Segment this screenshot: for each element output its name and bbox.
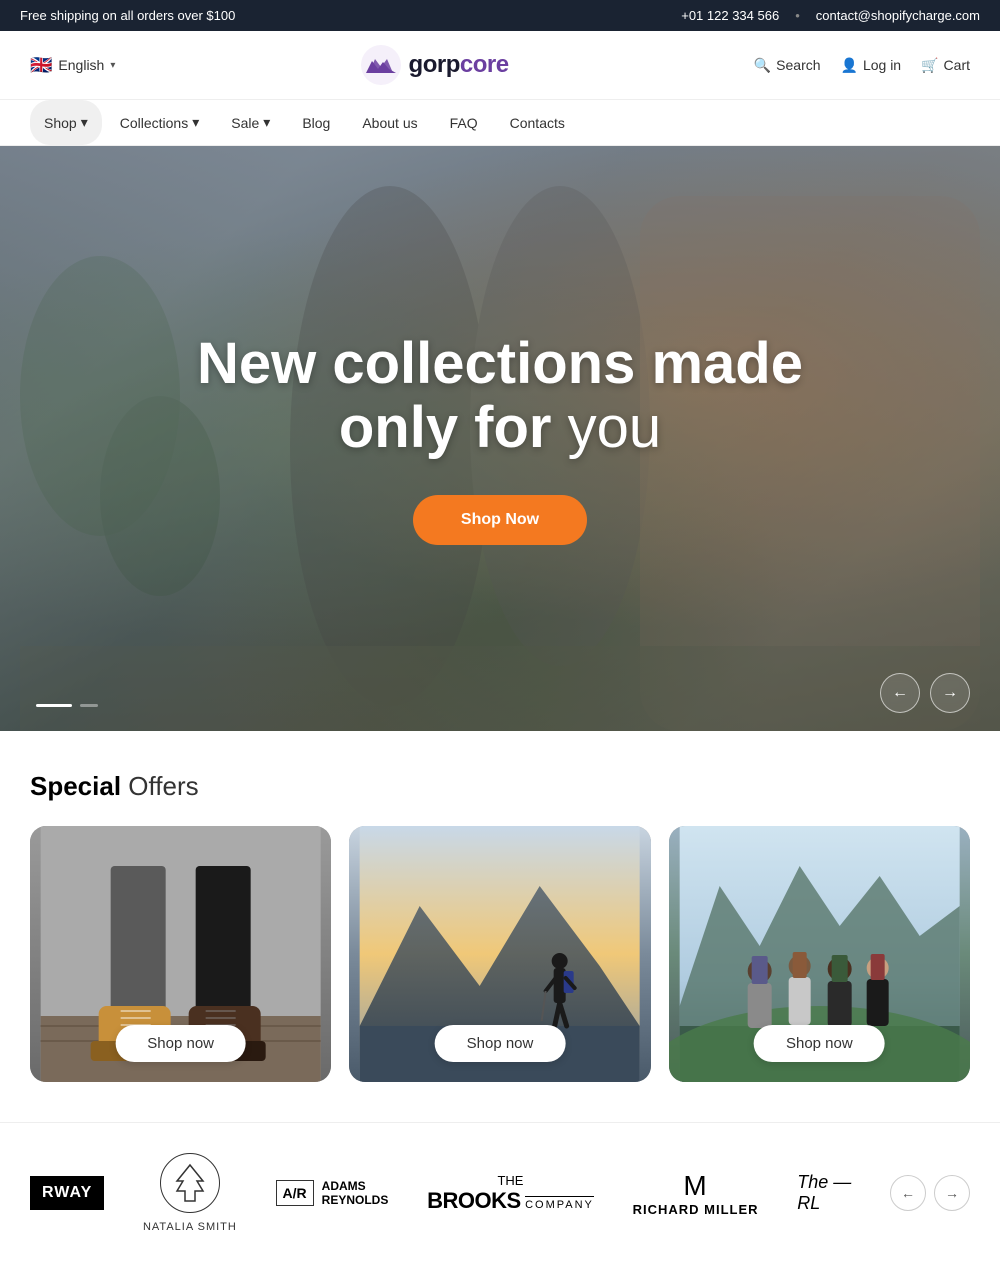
- nav-faq-label: FAQ: [450, 115, 478, 131]
- brooks-logo: THE BROOKS COMPANY: [427, 1173, 594, 1214]
- nav-about-label: About us: [362, 115, 417, 131]
- offer-card-1[interactable]: Shop now: [30, 826, 331, 1082]
- ar-monogram: A/R: [276, 1180, 314, 1206]
- hero-title-bold: only for: [339, 395, 568, 460]
- top-bar: Free shipping on all orders over $100 +0…: [0, 0, 1000, 31]
- the-rl-text: The —RL: [797, 1172, 851, 1213]
- brand-brooks[interactable]: THE BROOKS COMPANY: [427, 1173, 594, 1214]
- nav-item-shop[interactable]: Shop ▾: [30, 100, 102, 145]
- language-label: English: [58, 57, 104, 73]
- nav-sale-label: Sale: [231, 115, 259, 131]
- chevron-down-icon: ▾: [110, 60, 115, 71]
- brand-the-rl[interactable]: The —RL: [797, 1172, 851, 1214]
- brooks-name: BROOKS: [427, 1188, 521, 1213]
- tree-icon: [173, 1163, 207, 1203]
- logo[interactable]: gorpcore: [361, 45, 509, 85]
- main-nav: Shop ▾ Collections ▾ Sale ▾ Blog About u…: [0, 100, 1000, 146]
- brand-rway[interactable]: RWAY: [30, 1176, 104, 1210]
- language-selector[interactable]: 🇬🇧 English ▾: [30, 55, 115, 76]
- search-label: Search: [776, 57, 820, 73]
- hero-title: New collections made only for you: [197, 332, 803, 460]
- natalia-tree-logo: [160, 1153, 220, 1213]
- brands-nav: ← →: [890, 1175, 970, 1211]
- logo-text: gorpcore: [409, 51, 509, 79]
- nav-contacts-label: Contacts: [510, 115, 565, 131]
- brand-richard-miller[interactable]: M RICHARD MILLER: [633, 1170, 759, 1217]
- section-title-bold: Special: [30, 771, 121, 801]
- logo-icon: [361, 45, 401, 85]
- brooks-company: COMPANY: [525, 1196, 594, 1211]
- header-actions: 🔍 Search 👤 Log in 🛒 Cart: [754, 57, 970, 74]
- phone-number: +01 122 334 566: [681, 8, 779, 23]
- hero-title-light: you: [568, 395, 662, 460]
- hero-section: New collections made only for you Shop N…: [0, 146, 1000, 731]
- nav-item-about[interactable]: About us: [348, 101, 431, 145]
- hero-title-line1: New collections made: [197, 331, 803, 396]
- nav-collections-label: Collections: [120, 115, 188, 131]
- contact-info: +01 122 334 566 • contact@shopifycharge.…: [681, 8, 980, 23]
- nav-shop-label: Shop: [44, 115, 77, 131]
- hero-next-button[interactable]: →: [930, 673, 970, 713]
- rway-logo: RWAY: [30, 1176, 104, 1210]
- login-button[interactable]: 👤 Log in: [841, 57, 902, 74]
- the-rl-logo: The —RL: [797, 1172, 851, 1214]
- offer-2-shop-button[interactable]: Shop now: [435, 1025, 566, 1062]
- natalia-smith-label: NATALIA SMITH: [143, 1221, 237, 1233]
- chevron-down-icon: ▾: [81, 114, 88, 131]
- section-title: Special Offers: [30, 771, 970, 802]
- email-address: contact@shopifycharge.com: [816, 8, 980, 23]
- brands-prev-button[interactable]: ←: [890, 1175, 926, 1211]
- hero-content: New collections made only for you Shop N…: [0, 146, 1000, 731]
- nav-item-contacts[interactable]: Contacts: [496, 101, 579, 145]
- cart-button[interactable]: 🛒 Cart: [921, 57, 970, 74]
- offer-1-shop-button[interactable]: Shop now: [115, 1025, 246, 1062]
- indicator-2[interactable]: [80, 704, 98, 707]
- nav-item-blog[interactable]: Blog: [288, 101, 344, 145]
- nav-item-faq[interactable]: FAQ: [436, 101, 492, 145]
- search-button[interactable]: 🔍 Search: [754, 57, 821, 74]
- search-icon: 🔍: [754, 57, 771, 74]
- shipping-message: Free shipping on all orders over $100: [20, 8, 235, 23]
- separator: •: [795, 8, 800, 23]
- nav-item-collections[interactable]: Collections ▾: [106, 100, 214, 145]
- richard-miller-text: RICHARD MILLER: [633, 1202, 759, 1217]
- offer-card-3[interactable]: Shop now: [669, 826, 970, 1082]
- brands-section: RWAY NATALIA SMITH A/R ADAMSREYNOLDS THE…: [0, 1122, 1000, 1263]
- brand-adams-reynolds[interactable]: A/R ADAMSREYNOLDS: [276, 1179, 389, 1208]
- nav-item-sale[interactable]: Sale ▾: [217, 100, 284, 145]
- hero-navigation: ← →: [880, 673, 970, 713]
- brands-row: RWAY NATALIA SMITH A/R ADAMSREYNOLDS THE…: [30, 1153, 970, 1233]
- cart-label: Cart: [944, 57, 970, 73]
- adams-reynolds-text: ADAMSREYNOLDS: [322, 1179, 389, 1208]
- brand-natalia-smith[interactable]: NATALIA SMITH: [143, 1153, 237, 1233]
- special-offers-section: Special Offers: [0, 731, 1000, 1122]
- header: 🇬🇧 English ▾ gorpcore 🔍 Search 👤 Log in …: [0, 31, 1000, 100]
- m-icon: M: [633, 1170, 759, 1202]
- section-title-light: Offers: [121, 771, 199, 801]
- indicator-1[interactable]: [36, 704, 72, 707]
- offer-card-2[interactable]: Shop now: [349, 826, 650, 1082]
- login-label: Log in: [863, 57, 901, 73]
- richard-miller-logo: M RICHARD MILLER: [633, 1170, 759, 1217]
- hero-prev-button[interactable]: ←: [880, 673, 920, 713]
- chevron-down-icon: ▾: [192, 114, 199, 131]
- offer-3-shop-button[interactable]: Shop now: [754, 1025, 885, 1062]
- chevron-down-icon: ▾: [263, 114, 270, 131]
- hero-indicators: [36, 704, 98, 707]
- brands-next-button[interactable]: →: [934, 1175, 970, 1211]
- user-icon: 👤: [841, 57, 858, 74]
- brooks-the: THE: [427, 1173, 594, 1188]
- flag-icon: 🇬🇧: [30, 55, 52, 76]
- nav-blog-label: Blog: [302, 115, 330, 131]
- adams-reynolds-logo: A/R ADAMSREYNOLDS: [276, 1179, 389, 1208]
- cart-icon: 🛒: [921, 57, 938, 74]
- offers-grid: Shop now: [30, 826, 970, 1082]
- hero-cta-button[interactable]: Shop Now: [413, 495, 587, 545]
